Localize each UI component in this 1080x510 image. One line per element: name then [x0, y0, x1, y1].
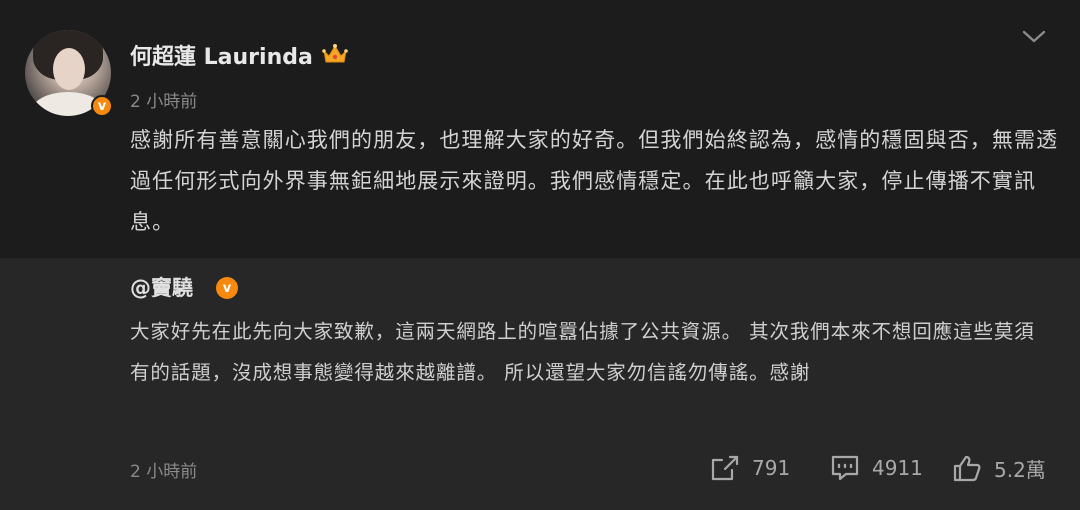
repost-timestamp[interactable]: 2 小時前	[130, 457, 197, 482]
comment-count: 4911	[872, 456, 923, 480]
chevron-down-icon[interactable]	[1020, 26, 1048, 46]
share-icon	[711, 455, 739, 481]
share-count: 791	[752, 456, 791, 480]
author-name[interactable]: 何超蓮 Laurinda	[130, 39, 313, 71]
like-count: 5.2萬	[994, 457, 1046, 482]
comment-icon	[831, 455, 859, 481]
comment-button[interactable]: 4911	[830, 452, 923, 484]
like-icon	[953, 455, 981, 482]
crown-icon	[322, 44, 348, 63]
post-timestamp[interactable]: 2 小時前	[130, 87, 197, 112]
repost-author[interactable]: @竇驍	[130, 272, 193, 302]
post-text: 感謝所有善意關心我們的朋友，也理解大家的好奇。但我們始終認為，感情的穩固與否，無…	[130, 128, 1059, 234]
verified-icon: v	[216, 277, 238, 299]
like-button[interactable]: 5.2萬	[952, 452, 1046, 484]
share-button[interactable]: 791	[710, 452, 790, 484]
repost-text: 大家好先在此先向大家致歉，這兩天網路上的喧囂佔據了公共資源。 其次我們本來不想回…	[130, 320, 1035, 384]
verified-icon: v	[91, 95, 113, 117]
